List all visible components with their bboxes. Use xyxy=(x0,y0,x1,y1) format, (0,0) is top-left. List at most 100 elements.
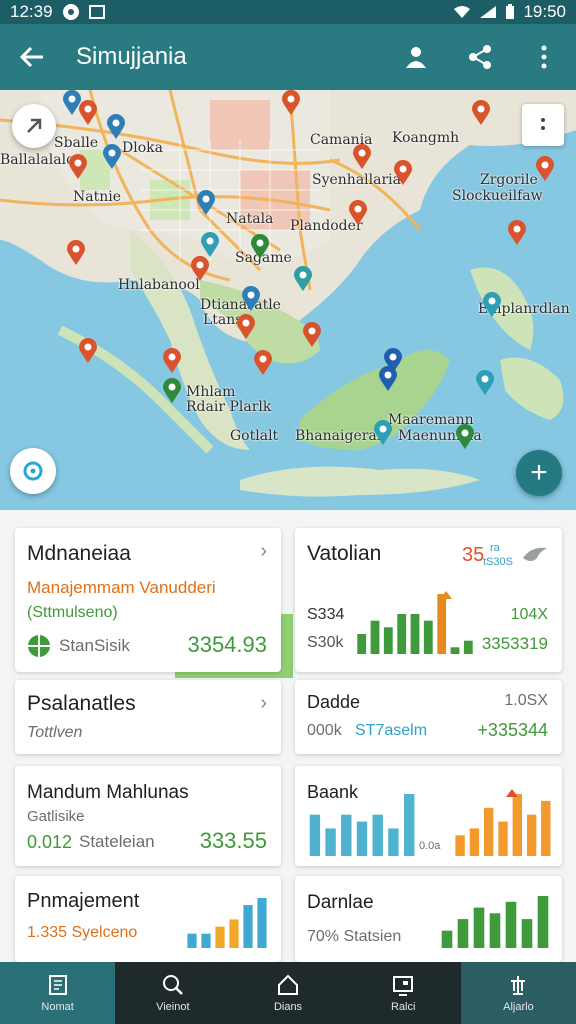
add-button[interactable]: + xyxy=(516,450,562,496)
chart-bar xyxy=(537,896,549,948)
map-pin-icon[interactable] xyxy=(302,322,322,348)
map-pin-icon[interactable] xyxy=(68,154,88,180)
home-icon xyxy=(278,974,298,995)
map-pin-icon[interactable] xyxy=(162,348,182,374)
map-pin-icon[interactable] xyxy=(471,100,491,126)
map-pin-icon[interactable] xyxy=(293,266,313,292)
card-left: 000k xyxy=(307,722,342,739)
compass-button[interactable] xyxy=(12,104,56,148)
map-pin-icon[interactable] xyxy=(373,420,393,446)
status-bar: 12:39 19:50 xyxy=(0,0,576,24)
stat-card-darnlae[interactable]: Darnlae 70% Statsien xyxy=(295,876,562,962)
nav-label: Dians xyxy=(273,1001,303,1013)
card-subtitle: Gatlisike xyxy=(27,808,85,825)
search-icon xyxy=(162,975,183,995)
page-title: Simujjania xyxy=(76,43,187,70)
overflow-menu-button[interactable] xyxy=(512,24,576,90)
document-icon xyxy=(48,975,67,995)
map-label: Gotlalt xyxy=(230,428,279,444)
card-note: (Sttmulseno) xyxy=(27,604,118,621)
map-pin-icon[interactable] xyxy=(200,232,220,258)
map-pin-icon[interactable] xyxy=(78,100,98,126)
card-right-bottom: 3353319 xyxy=(481,634,548,653)
map-pin-icon[interactable] xyxy=(162,378,182,404)
chart-bar xyxy=(388,828,399,856)
map-pin-icon[interactable] xyxy=(241,286,261,312)
card-left: 0.012 xyxy=(27,832,73,852)
nav-item-aljarlo[interactable]: Aljarlo xyxy=(460,962,576,1024)
map-menu-button[interactable] xyxy=(522,104,564,146)
app-bar: Simujjania xyxy=(0,24,576,90)
map-pin-icon[interactable] xyxy=(250,234,270,260)
map-pin-icon[interactable] xyxy=(352,144,372,170)
map-pin-icon[interactable] xyxy=(455,424,475,450)
nav-label: Vieinot xyxy=(156,1001,190,1013)
map-pin-icon[interactable] xyxy=(102,144,122,170)
stat-card-baank[interactable]: Baank 0.0a xyxy=(295,766,562,866)
map-pin-icon[interactable] xyxy=(378,366,398,392)
map-pin-icon[interactable] xyxy=(196,190,216,216)
map-label: Zrgorile xyxy=(480,172,538,188)
stat-card-psalanatles[interactable]: Psalanatles › Tottlven xyxy=(15,680,281,754)
map-pin-icon[interactable] xyxy=(535,156,555,182)
nav-item-ralci[interactable]: Ralci xyxy=(346,962,461,1024)
map-pin-icon[interactable] xyxy=(236,314,256,340)
chart-bar xyxy=(469,828,480,856)
nav-label: Ralci xyxy=(390,1001,416,1013)
nav-item-vieinot[interactable]: Vieinot xyxy=(115,962,230,1024)
chart-bar xyxy=(423,620,433,654)
card-label: StanSisik xyxy=(59,636,130,655)
map-pin-icon[interactable] xyxy=(393,160,413,186)
notification-icon xyxy=(62,4,79,20)
chart-bar xyxy=(526,814,537,856)
map-label: Natala xyxy=(226,211,274,227)
chart-bar xyxy=(484,807,494,856)
user-location-button[interactable] xyxy=(384,24,448,90)
stat-card-pnmajement[interactable]: Pnmajement 1.335 Syelceno xyxy=(15,876,281,962)
status-time-left: 12:39 xyxy=(10,2,53,21)
map-pin-icon[interactable] xyxy=(78,338,98,364)
chart-bar xyxy=(341,814,352,856)
map-view[interactable]: Sballe Dloka Ballalalalo Camania Koangmh… xyxy=(0,90,576,510)
stat-card-mandum[interactable]: Mandum Mahlunas Gatlisike 0.012 Statelei… xyxy=(15,766,281,866)
map-pin-icon[interactable] xyxy=(281,90,301,116)
chart-bar xyxy=(463,640,473,654)
map-pin-icon[interactable] xyxy=(482,292,502,318)
chevron-right-icon: › xyxy=(260,692,267,714)
location-target-icon xyxy=(23,461,43,481)
card-title: Mdnaneiaa xyxy=(27,542,131,565)
map-pin-icon[interactable] xyxy=(253,350,273,376)
my-location-button[interactable] xyxy=(10,448,56,494)
baank-right-bar-chart xyxy=(455,794,551,856)
chart-bar xyxy=(397,614,407,654)
chart-bar xyxy=(243,905,253,948)
map-label: Ballalalalo xyxy=(0,152,75,168)
nav-label: Aljarlo xyxy=(503,1001,534,1013)
tablet-icon xyxy=(393,976,414,996)
map-pin-icon[interactable] xyxy=(348,200,368,226)
back-button[interactable] xyxy=(0,24,64,90)
tune-icon xyxy=(511,976,526,995)
map-pin-icon[interactable] xyxy=(507,220,527,246)
map-pin-icon[interactable] xyxy=(190,256,210,282)
chart-bar xyxy=(372,814,383,856)
stat-card-mdnaneiaa[interactable]: Mdnaneiaa › Manajemmam Vanudderi (Sttmul… xyxy=(15,528,281,672)
plus-icon: + xyxy=(530,456,548,489)
chart-bar xyxy=(489,913,501,948)
chevron-right-icon: › xyxy=(260,540,267,562)
map-pin-icon[interactable] xyxy=(106,114,126,140)
map-pin-icon[interactable] xyxy=(475,370,495,396)
map-label: Syenhallaria xyxy=(312,172,401,188)
nav-item-nomat[interactable]: Nomat xyxy=(0,962,116,1024)
map-pin-icon[interactable] xyxy=(66,240,86,266)
map-label: Rdair Plarlk xyxy=(186,399,272,415)
share-button[interactable] xyxy=(448,24,512,90)
card-right-value: +335344 xyxy=(477,720,548,740)
card-title: Vatolian xyxy=(307,542,382,565)
stat-card-dadde[interactable]: Dadde 1.0SX 000k ST7aselm +335344 xyxy=(295,680,562,754)
chart-bar xyxy=(541,800,551,856)
card-subtitle: Tottlven xyxy=(27,724,83,741)
user-pin-icon xyxy=(406,47,426,68)
nav-item-dians[interactable]: Dians xyxy=(230,962,345,1024)
stat-card-vatolian[interactable]: Vatolian 35 ra tS30S S334 S30k 104X 3353… xyxy=(295,528,562,672)
